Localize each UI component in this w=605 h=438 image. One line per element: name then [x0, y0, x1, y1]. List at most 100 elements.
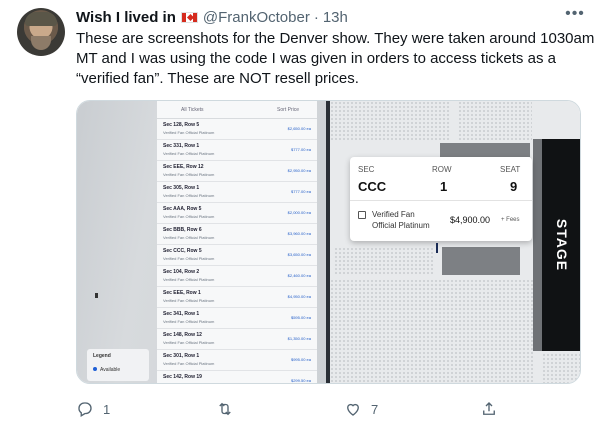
- ticket-list: All Tickets Sort Price Sec 128, Row 5 Ver…: [157, 101, 317, 383]
- ticket-row[interactable]: Sec 301, Row 1 Verified Fan Official Plat…: [157, 350, 317, 371]
- ticket-rows: Sec 128, Row 5 Verified Fan Official Plat…: [157, 119, 317, 383]
- ticket-row-price: $2,950.00 ea: [287, 168, 311, 173]
- ticket-row-type: Verified Fan Official Platinum: [163, 256, 215, 261]
- ticket-row-price: $777.00 ea: [290, 189, 311, 194]
- ticket-row-type: Verified Fan Official Platinum: [163, 193, 215, 198]
- canada-flag-icon: [180, 11, 198, 23]
- ticket-row[interactable]: Sec 142, Row 19 Verified Fan Onsale $299.5…: [157, 371, 317, 383]
- ticket-row-type: Verified Fan Official Platinum: [163, 130, 215, 135]
- ticket-row-section: Sec 142, Row 19: [163, 374, 202, 380]
- user-handle[interactable]: @FrankOctober: [203, 9, 310, 26]
- timestamp[interactable]: 13h: [323, 9, 348, 26]
- like-button[interactable]: 7: [344, 396, 378, 422]
- ticket-row-price: $595.00 ea: [290, 315, 311, 320]
- reply-icon: [78, 402, 92, 417]
- seat-area: [330, 279, 535, 383]
- legend-title: Legend: [93, 353, 111, 359]
- seat-map-screenshot[interactable]: STAGE SEC ROW SEAT CCC 1 9 Verified Fan …: [330, 101, 580, 383]
- cap-shape: [25, 12, 57, 26]
- share-button[interactable]: [480, 396, 498, 422]
- ticket-row-section: Sec CCC, Row 5: [163, 248, 202, 254]
- ticket-row[interactable]: Sec 104, Row 2 Verified Fan Official Plat…: [157, 266, 317, 287]
- ticket-row-type: Verified Fan Official Platinum: [163, 319, 215, 324]
- ticket-type-line2: Official Platinum: [372, 221, 430, 230]
- legend-item-label: Available: [100, 367, 121, 373]
- card-divider: [350, 200, 532, 201]
- tweet-actions: 1 7: [76, 396, 506, 422]
- ticket-row-type: Verified Fan Official Platinum: [163, 340, 215, 345]
- ticket-row[interactable]: Sec CCC, Row 5 Verified Fan Official Plat…: [157, 245, 317, 266]
- ticket-row[interactable]: Sec 331, Row 1 Verified Fan Official Plat…: [157, 140, 317, 161]
- stage-label: STAGE: [554, 218, 570, 272]
- heart-icon: [347, 403, 359, 416]
- seat-area: [542, 353, 580, 383]
- seat-area: [458, 101, 532, 141]
- ticket-row-price: $3,960.00 ea: [287, 231, 311, 236]
- seat-value: 9: [510, 179, 518, 194]
- ticket-row[interactable]: Sec 148, Row 12 Verified Fan Official Pla…: [157, 329, 317, 350]
- ticket-row-price: $2,650.00 ea: [287, 126, 311, 131]
- legend: Legend Available: [87, 349, 149, 381]
- ticket-type-icon: [358, 211, 366, 219]
- display-name[interactable]: Wish I lived in: [76, 9, 176, 26]
- ticket-row-type: Verified Fan Official Platinum: [163, 151, 215, 156]
- list-header: All Tickets Sort Price: [157, 101, 317, 119]
- ticket-row[interactable]: Sec 305, Row 1 Verified Fan Official Plat…: [157, 182, 317, 203]
- seat-area: [330, 101, 450, 141]
- seat-area: [334, 247, 434, 275]
- ticket-row[interactable]: Sec EEE, Row 1 Verified Fan Official Plat…: [157, 287, 317, 308]
- ticket-row-type: Verified Fan Official Platinum: [163, 214, 215, 219]
- ticket-row-type: Verified Fan Official Platinum: [163, 172, 215, 177]
- stage: STAGE: [542, 139, 580, 351]
- fees-label: + Fees: [501, 217, 520, 223]
- ticket-row[interactable]: Sec AAA, Row 5 Verified Fan Official Plat…: [157, 203, 317, 224]
- ticket-row-price: $2,460.00 ea: [287, 273, 311, 278]
- sec-value: CCC: [358, 179, 387, 194]
- tweet: Wish I lived in @FrankOctober · 13h ••• …: [0, 0, 605, 438]
- ticket-price: $4,900.00: [450, 215, 491, 225]
- sec-label: SEC: [358, 165, 375, 174]
- avatar[interactable]: [17, 8, 65, 56]
- ticket-row-section: Sec 341, Row 1: [163, 311, 200, 317]
- row-label: ROW: [432, 165, 452, 174]
- beard-shape: [31, 36, 51, 50]
- ticket-row-price: $995.00 ea: [290, 357, 311, 362]
- ticket-row-section: Sec EEE, Row 12: [163, 164, 204, 170]
- retweet-button[interactable]: [216, 396, 243, 422]
- tweet-text: These are screenshots for the Denver sho…: [76, 30, 595, 87]
- ticket-row-section: Sec 148, Row 12: [163, 332, 202, 338]
- reply-button[interactable]: 1: [76, 396, 110, 422]
- seat-label: SEAT: [500, 165, 521, 174]
- ticket-row-price: $2,000.00 ea: [287, 210, 311, 215]
- ticket-row-price: $3,650.00 ea: [287, 252, 311, 257]
- ticket-row[interactable]: Sec EEE, Row 12 Verified Fan Official Pla…: [157, 161, 317, 182]
- media-grid[interactable]: All Tickets Sort Price Sec 128, Row 5 Ver…: [76, 100, 581, 384]
- ticket-row-price: $1,350.00 ea: [287, 336, 311, 341]
- ticket-row-section: Sec 128, Row 5: [163, 122, 200, 128]
- ticket-row-price: $299.50 ea: [290, 378, 311, 383]
- ticket-row-section: Sec 305, Row 1: [163, 185, 200, 191]
- like-count: 7: [371, 401, 379, 417]
- ticket-row-type: Verified Fan Official Platinum: [163, 235, 215, 240]
- tweet-header: Wish I lived in @FrankOctober · 13h: [76, 8, 348, 26]
- list-header-right: Sort Price: [277, 106, 299, 113]
- ticket-list-screenshot[interactable]: All Tickets Sort Price Sec 128, Row 5 Ver…: [77, 101, 326, 383]
- ticket-row[interactable]: Sec BBB, Row 6 Verified Fan Official Plat…: [157, 224, 317, 245]
- ticket-row[interactable]: Sec 341, Row 1 Verified Fan Official Plat…: [157, 308, 317, 329]
- share-icon: [483, 402, 495, 415]
- ticket-row[interactable]: Sec 128, Row 5 Verified Fan Official Plat…: [157, 119, 317, 140]
- ticket-row-section: Sec EEE, Row 1: [163, 290, 201, 296]
- ticket-row-type: Verified Fan Official Platinum: [163, 277, 215, 282]
- seat-info-card[interactable]: SEC ROW SEAT CCC 1 9 Verified Fan Offici…: [350, 157, 532, 241]
- cursor-icon: [95, 293, 98, 298]
- ticket-row-section: Sec AAA, Row 5: [163, 206, 202, 212]
- retweet-icon: [219, 402, 231, 416]
- available-dot-icon: [93, 367, 97, 371]
- row-value: 1: [440, 179, 448, 194]
- ticket-row-price: $4,950.00 ea: [287, 294, 311, 299]
- ticket-row-section: Sec 331, Row 1: [163, 143, 200, 149]
- ticket-row-type: Verified Fan Official Platinum: [163, 298, 215, 303]
- legend-item: Available: [93, 367, 143, 373]
- ticket-row-type: Verified Fan Official Platinum: [163, 361, 215, 366]
- more-icon[interactable]: •••: [563, 6, 587, 26]
